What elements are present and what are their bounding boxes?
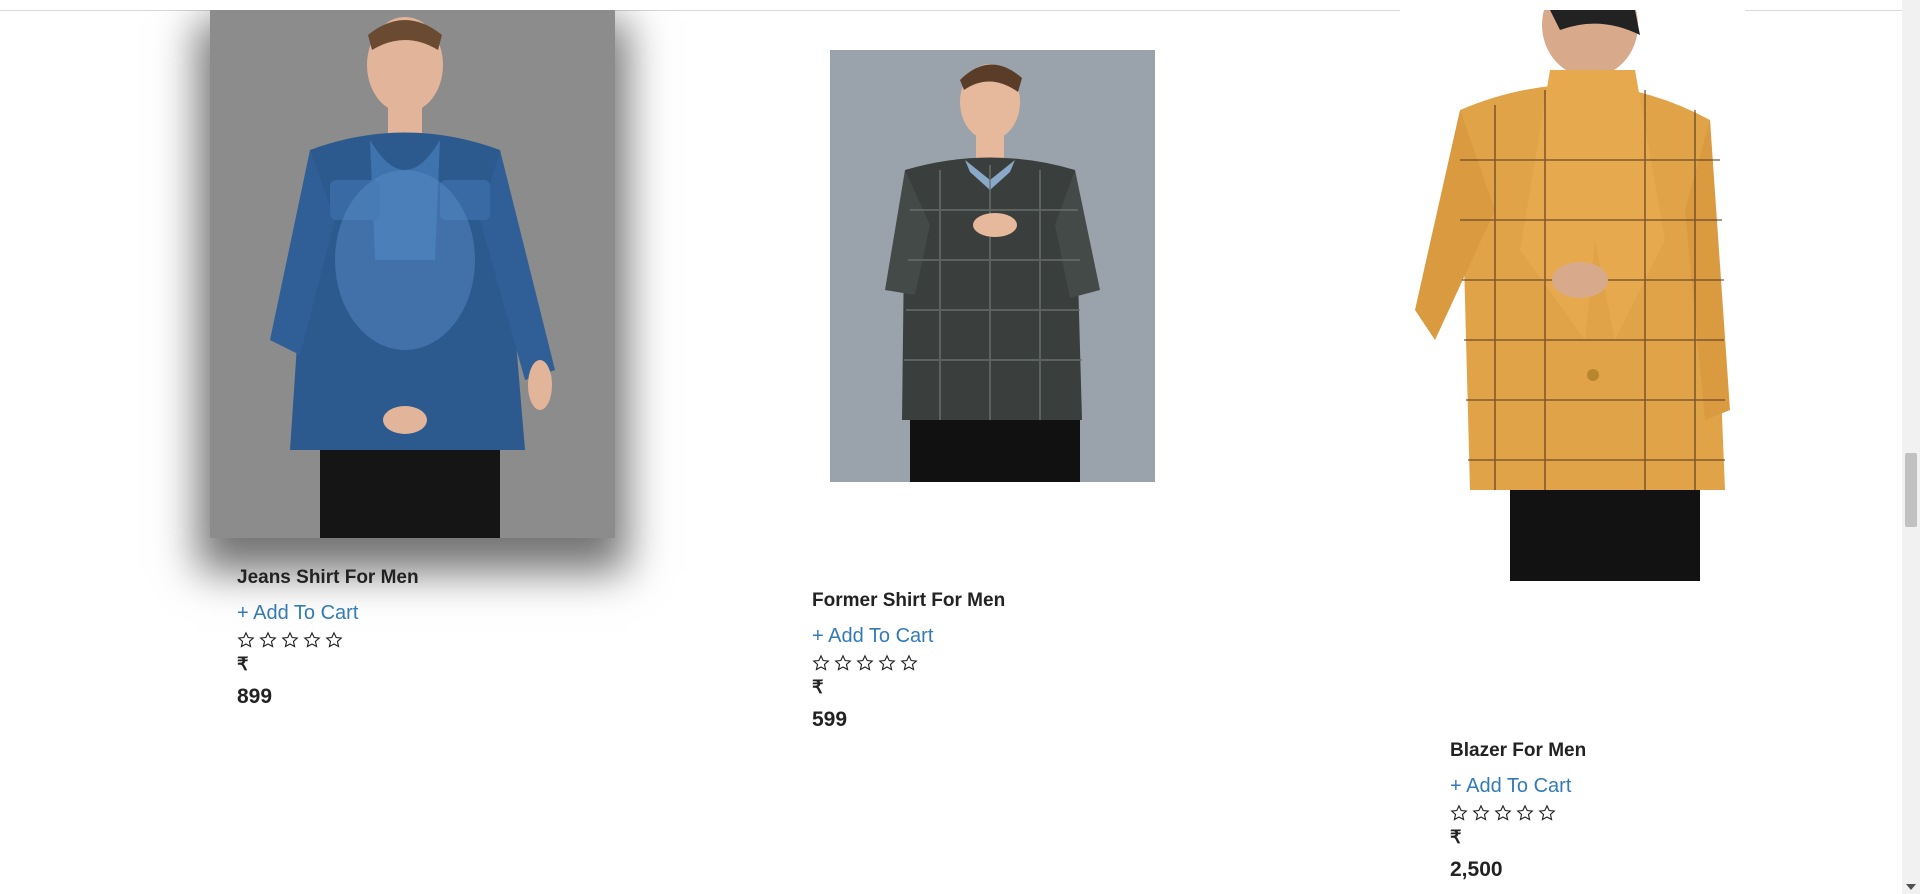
star-outline-icon[interactable] bbox=[1538, 804, 1556, 822]
product-name: Former Shirt For Men bbox=[812, 590, 1006, 611]
checked-shirt-model-image bbox=[830, 50, 1155, 482]
star-outline-icon[interactable] bbox=[812, 654, 830, 672]
jeans-shirt-model-image bbox=[210, 10, 615, 538]
product-grid: Jeans Shirt For Men + Add To Cart ₹ 899 bbox=[0, 10, 1902, 894]
star-outline-icon[interactable] bbox=[900, 654, 918, 672]
currency-symbol: ₹ bbox=[812, 677, 824, 697]
product-price: 599 bbox=[812, 708, 848, 731]
product-image[interactable] bbox=[210, 10, 615, 538]
star-outline-icon[interactable] bbox=[325, 631, 343, 649]
star-outline-icon[interactable] bbox=[1472, 804, 1490, 822]
star-outline-icon[interactable] bbox=[259, 631, 277, 649]
star-outline-icon[interactable] bbox=[1450, 804, 1468, 822]
product-image[interactable] bbox=[1400, 10, 1745, 581]
star-outline-icon[interactable] bbox=[1516, 804, 1534, 822]
rating-stars[interactable] bbox=[812, 654, 1005, 672]
currency-symbol: ₹ bbox=[237, 654, 249, 674]
star-outline-icon[interactable] bbox=[834, 654, 852, 672]
scrollbar-thumb[interactable] bbox=[1905, 453, 1917, 527]
product-name: Jeans Shirt For Men bbox=[237, 567, 419, 588]
add-to-cart-button[interactable]: + Add To Cart bbox=[237, 602, 419, 625]
product-price: 899 bbox=[237, 685, 273, 708]
star-outline-icon[interactable] bbox=[856, 654, 874, 672]
star-outline-icon[interactable] bbox=[237, 631, 255, 649]
product-name: Blazer For Men bbox=[1450, 740, 1587, 761]
star-outline-icon[interactable] bbox=[878, 654, 896, 672]
star-outline-icon[interactable] bbox=[303, 631, 321, 649]
vertical-scrollbar[interactable] bbox=[1902, 0, 1920, 894]
currency-symbol: ₹ bbox=[1450, 827, 1462, 847]
star-outline-icon[interactable] bbox=[281, 631, 299, 649]
blazer-model-image bbox=[1400, 10, 1745, 581]
product-image[interactable] bbox=[830, 50, 1155, 482]
star-outline-icon[interactable] bbox=[1494, 804, 1512, 822]
product-price: 2,500 bbox=[1450, 858, 1503, 881]
add-to-cart-button[interactable]: + Add To Cart bbox=[1450, 775, 1586, 798]
rating-stars[interactable] bbox=[1450, 804, 1586, 822]
rating-stars[interactable] bbox=[237, 631, 419, 649]
scroll-down-arrow-icon[interactable] bbox=[1906, 884, 1916, 890]
add-to-cart-button[interactable]: + Add To Cart bbox=[812, 625, 1005, 648]
